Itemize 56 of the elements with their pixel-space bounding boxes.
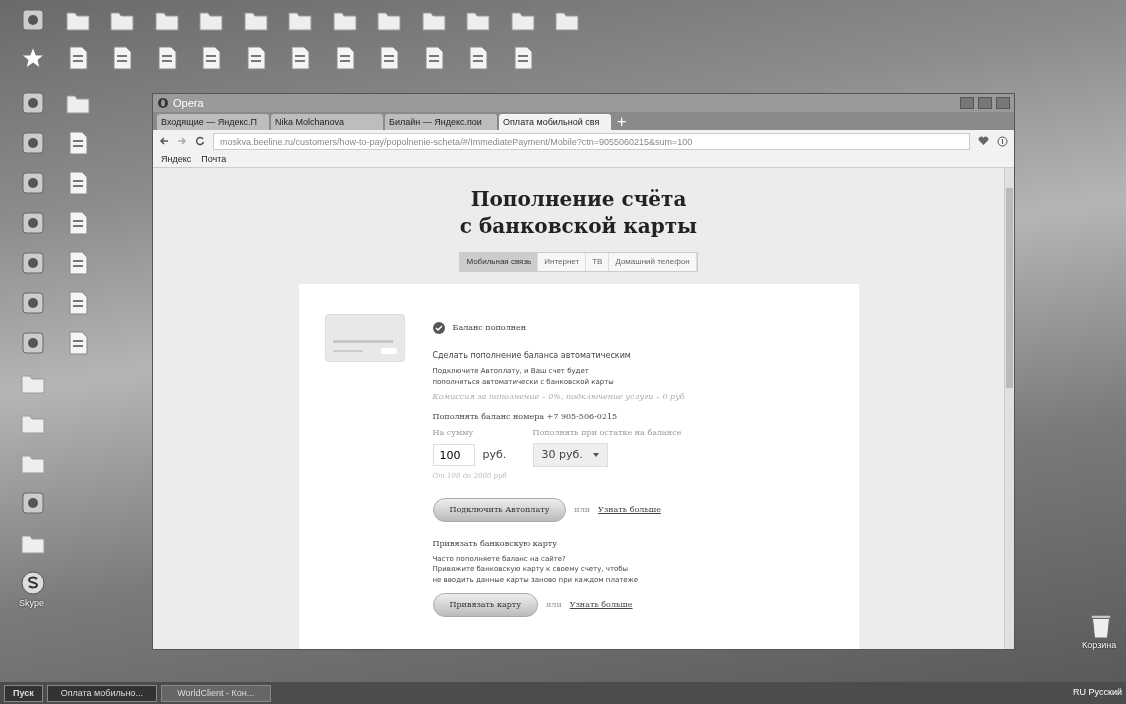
application-icon[interactable] (20, 490, 46, 516)
browser-tab[interactable]: Входящие — Яндекс.П (157, 114, 269, 130)
or-text: или (545, 599, 562, 611)
threshold-dropdown[interactable]: 30 руб. (532, 443, 608, 467)
service-tab[interactable]: Мобильная связь (460, 253, 539, 271)
recycle-bin-icon[interactable] (1088, 613, 1114, 639)
bookmark-link[interactable]: Яндекс (161, 152, 192, 167)
action-button[interactable]: Подключить Автоплату (432, 497, 567, 522)
service-tab[interactable]: Интернет (538, 253, 587, 271)
page-title: с банковской карты (459, 213, 698, 240)
fee-note: Комиссия за пополнение – 0%, подключение услуги – 0 руб (432, 391, 685, 403)
learn-more-link[interactable]: Узнать больше (598, 503, 661, 516)
reload-icon[interactable] (195, 136, 205, 146)
browser-tab[interactable]: Оплата мобильной свя (499, 114, 611, 130)
skype-icon[interactable] (20, 570, 46, 596)
download-icon[interactable] (997, 135, 1008, 147)
section-heading: Привязать банковскую карту (432, 537, 558, 550)
application-icon[interactable] (20, 130, 46, 156)
icon-label[interactable]: Skype (19, 597, 44, 611)
scrollbar-thumb[interactable] (1006, 188, 1013, 388)
action-button[interactable]: Привязать карту (432, 593, 538, 617)
field-label: Пополнять при остатке на балансе (532, 427, 682, 439)
currency-label: руб. (482, 446, 508, 463)
learn-more-link[interactable]: Узнать больше (569, 599, 633, 611)
language-indicator[interactable]: RU Русский (1073, 686, 1122, 700)
application-icon[interactable] (20, 250, 46, 276)
taskbar-button[interactable]: WorldClient - Кон... (160, 684, 271, 702)
amount-field[interactable]: 100 (432, 444, 475, 466)
application-icon[interactable] (20, 290, 46, 316)
status-text: Баланс пополнен (452, 322, 527, 334)
taskbar-button[interactable]: Оплата мобильно... (46, 684, 157, 702)
address-bar[interactable]: moskva.beeline.ru/customers/how-to-pay/popolnenie-scheta/#/ImmediatePayment/Mobile?ctn=9055060215&sum=100 (213, 132, 970, 150)
window-title: Opera (173, 95, 204, 111)
application-icon[interactable] (20, 170, 46, 196)
browser-tab[interactable]: Билайн — Яндекс.пои (385, 114, 497, 130)
application-icon[interactable] (20, 330, 46, 356)
caret-icon (592, 453, 599, 457)
service-tab[interactable]: Домашний телефон (609, 253, 697, 271)
service-tab[interactable]: ТВ (586, 253, 610, 271)
start-button[interactable]: Пуск (4, 684, 43, 702)
field-label: На сумму (432, 427, 475, 439)
forward-icon[interactable] (177, 136, 187, 146)
back-icon[interactable] (159, 136, 169, 146)
icon-label[interactable]: Корзина (1082, 639, 1117, 653)
section-heading: Сделать пополнение баланса автоматическим (432, 350, 632, 362)
page-title: Пополнение счёта (470, 186, 687, 213)
application-icon[interactable] (20, 7, 46, 33)
browser-tab[interactable]: Nika Molchanova (271, 114, 383, 130)
or-text: или (574, 503, 591, 516)
number-label: Пополнять баланс номера +7 905-506-0215 (432, 411, 619, 423)
application-icon[interactable] (20, 210, 46, 236)
opera-logo-icon (157, 97, 169, 109)
heart-icon[interactable] (978, 136, 989, 146)
application-icon[interactable] (20, 90, 46, 116)
check-icon (432, 322, 445, 334)
bookmark-link[interactable]: Почта (201, 152, 227, 167)
